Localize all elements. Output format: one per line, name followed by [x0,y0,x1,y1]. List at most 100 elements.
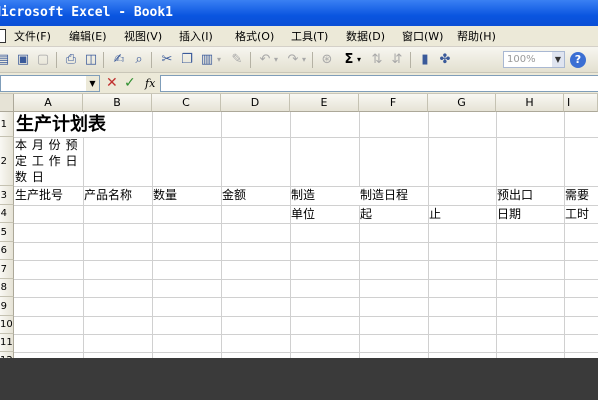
gridline [221,112,222,358]
column-header-a[interactable]: A [14,94,83,112]
gridline [428,112,429,358]
menu-help[interactable]: 帮助(H) [455,26,498,47]
column-header-e[interactable]: E [290,94,359,112]
toolbar-separator [151,52,152,68]
row-header-1[interactable]: 1 [0,112,14,137]
worksheet-grid[interactable]: A B C D E F G H I 1 2 3 4 5 6 7 8 9 10 1… [0,94,598,358]
insert-function-icon[interactable]: fx [145,76,155,91]
desktop-background [0,358,598,400]
menu-insert[interactable]: 插入(I) [177,26,215,47]
column-header-d[interactable]: D [221,94,290,112]
row-header-5[interactable]: 5 [0,223,14,242]
cell-e3[interactable]: 制造 [291,187,316,204]
sort-descending-icon[interactable]: ⇵ [388,51,406,69]
toolbar-separator [410,52,411,68]
paste-dropdown-icon[interactable]: ▾ [214,51,224,69]
row-header-2[interactable]: 2 [0,137,14,186]
gridline [14,279,598,280]
title-bar: Microsoft Excel - Book1 [0,0,598,26]
gridline [359,112,360,358]
column-header-i[interactable]: I [564,94,598,112]
cell-d3[interactable]: 金额 [222,187,247,204]
help-icon[interactable]: ? [570,52,586,68]
drawing-icon[interactable]: ✤ [436,51,454,69]
cell-b3[interactable]: 产品名称 [84,187,133,204]
column-header-c[interactable]: C [152,94,221,112]
cell-a2-line3[interactable]: 数 日 [15,170,45,185]
zoom-select[interactable]: 100% ▼ [503,51,565,68]
cell-e4[interactable]: 单位 [291,206,316,222]
autosum-dropdown-icon[interactable]: ▾ [354,51,364,69]
spelling-icon[interactable]: ✍ [110,51,128,69]
research-icon[interactable]: ⌕ [130,51,148,69]
formula-input[interactable] [160,75,598,92]
row-header-10[interactable]: 10 [0,316,14,334]
undo-dropdown-icon[interactable]: ▾ [271,51,281,69]
menu-tools[interactable]: 工具(T) [289,26,330,47]
workbook-icon[interactable] [0,29,6,43]
column-header-g[interactable]: G [428,94,496,112]
cell-i4[interactable]: 工时 [565,206,590,222]
cell-f3[interactable]: 制造日程 [360,187,409,204]
cell-h3[interactable]: 预出口 [497,187,534,204]
menu-format[interactable]: 格式(O) [233,26,276,47]
gridline [152,112,153,358]
hyperlink-icon[interactable]: ⊛ [318,51,336,69]
copy-icon[interactable]: ❐ [178,51,196,69]
print-preview-icon[interactable]: ◫ [82,51,100,69]
cell-f4[interactable]: 起 [360,206,373,222]
toolbar-separator [312,52,313,68]
row-header-6[interactable]: 6 [0,242,14,260]
menu-data[interactable]: 数据(D) [344,26,387,47]
row-header-3[interactable]: 3 [0,186,14,205]
column-header-b[interactable]: B [83,94,152,112]
gridline [564,112,565,358]
row-header-7[interactable]: 7 [0,260,14,279]
chart-wizard-icon[interactable]: ▮ [416,51,434,69]
enter-icon[interactable]: ✓ [124,75,136,92]
cell-c3[interactable]: 数量 [153,187,178,204]
zoom-dropdown-icon[interactable]: ▼ [552,52,564,67]
format-painter-icon[interactable]: ✎ [228,51,246,69]
menu-window[interactable]: 窗口(W) [400,26,445,47]
sheet-title-cell[interactable]: 生产计划表 [16,114,106,136]
gridline [14,260,598,261]
formula-bar: ▼ ✕ ✓ fx [0,73,598,94]
open-icon[interactable]: ▤ [0,51,12,69]
redo-dropdown-icon[interactable]: ▾ [299,51,309,69]
cell-g4[interactable]: 止 [429,206,442,222]
gridline [83,138,84,186]
sort-ascending-icon[interactable]: ⇅ [368,51,386,69]
name-box-dropdown-icon[interactable]: ▼ [86,76,99,91]
cell-a2-line2[interactable]: 定 工 作 日 [15,154,78,169]
standard-toolbar: ▤ ▣ ▢ ⎙ ◫ ✍ ⌕ ✂ ❐ ▥ ▾ ✎ ↶ ▾ ↷ ▾ ⊛ Σ ▾ ⇅ … [0,47,598,73]
gridline [14,223,598,224]
column-header-f[interactable]: F [359,94,428,112]
cell-a2-line1[interactable]: 本 月 份 预 [15,138,78,153]
row-header-4[interactable]: 4 [0,205,14,223]
cell-i3[interactable]: 需要 [565,187,590,204]
permission-icon[interactable]: ▢ [34,51,52,69]
toolbar-separator [250,52,251,68]
print-icon[interactable]: ⎙ [62,51,80,69]
menu-view[interactable]: 视图(V) [122,26,164,47]
column-header-h[interactable]: H [496,94,564,112]
cancel-icon[interactable]: ✕ [106,75,118,92]
gridline [290,112,291,358]
cell-a3[interactable]: 生产批号 [15,187,64,204]
zoom-value: 100% [507,54,536,65]
row-header-11[interactable]: 11 [0,334,14,352]
menu-file[interactable]: 文件(F) [12,26,53,47]
cell-h4[interactable]: 日期 [497,206,522,222]
cut-icon[interactable]: ✂ [158,51,176,69]
menu-edit[interactable]: 编辑(E) [67,26,109,47]
row-header-8[interactable]: 8 [0,279,14,297]
window-title: Microsoft Excel - Book1 [0,5,174,20]
gridline [14,352,598,353]
select-all-corner[interactable] [0,94,14,112]
row-header-9[interactable]: 9 [0,297,14,316]
save-icon[interactable]: ▣ [14,51,32,69]
toolbar-separator [103,52,104,68]
name-box[interactable]: ▼ [0,75,100,92]
gridline [14,137,598,138]
